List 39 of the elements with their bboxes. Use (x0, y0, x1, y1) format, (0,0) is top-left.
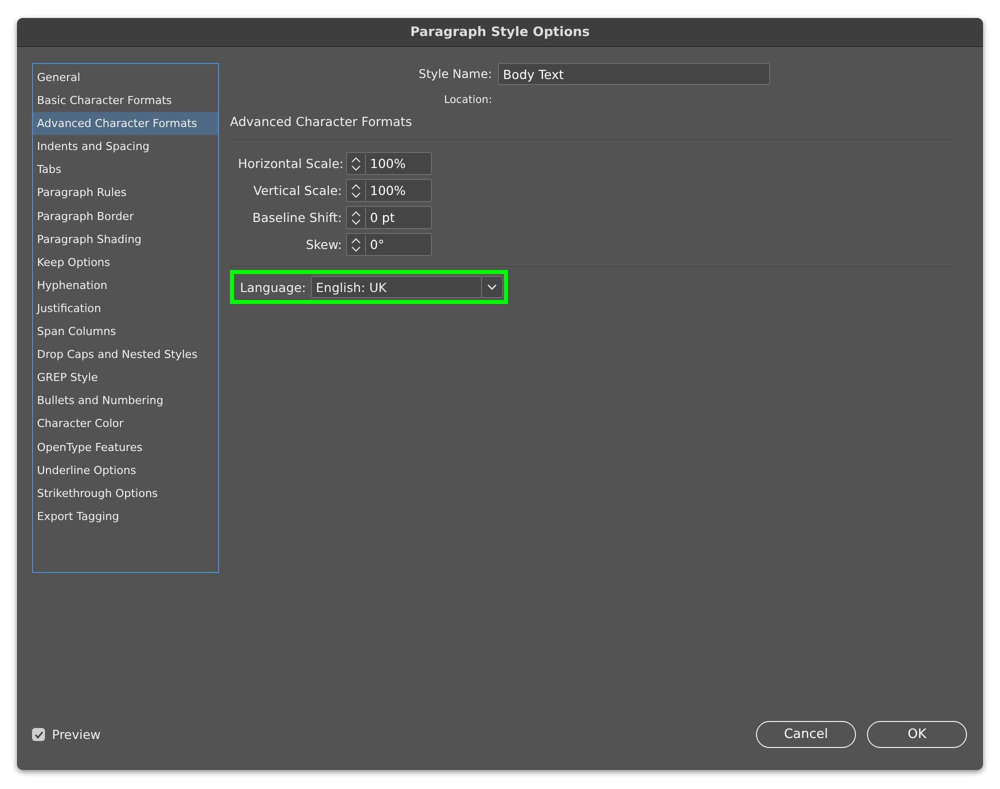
sidebar-item[interactable]: Keep Options (33, 250, 218, 274)
style-name-label: Style Name: (418, 67, 492, 81)
sidebar-item[interactable]: Advanced Character Formats (33, 112, 218, 136)
style-name-field[interactable]: Body Text (498, 63, 770, 85)
sidebar-item[interactable]: Span Columns (33, 320, 218, 344)
sidebar-item[interactable]: Underline Options (33, 458, 218, 482)
sidebar-item[interactable]: Drop Caps and Nested Styles (33, 343, 218, 366)
window-title: Paragraph Style Options (410, 24, 590, 40)
field-label: Horizontal Scale: (238, 156, 342, 171)
spinner-field[interactable]: 0 pt (346, 206, 432, 229)
sidebar-item[interactable]: Tabs (33, 158, 218, 182)
field-label: Vertical Scale: (252, 183, 342, 198)
sidebar-item[interactable]: Strikethrough Options (33, 482, 218, 505)
spinner-field[interactable]: 0° (346, 233, 432, 256)
location-label: Location: (443, 94, 492, 106)
sidebar-item[interactable]: OpenType Features (33, 436, 218, 459)
section-title: Advanced Character Formats (230, 114, 413, 129)
language-dropdown[interactable]: English: UK (310, 276, 503, 298)
sidebar-item[interactable]: Character Color (33, 412, 218, 436)
sidebar-item[interactable]: Justification (33, 296, 218, 320)
sidebar-item[interactable]: Basic Character Formats (33, 89, 218, 112)
dialog-button[interactable]: OK (867, 721, 967, 748)
checkbox[interactable] (32, 728, 45, 741)
sidebar-item[interactable]: Export Tagging (33, 504, 218, 528)
sidebar-item[interactable]: Hyphenation (33, 274, 218, 297)
sidebar-item[interactable]: General (33, 66, 218, 90)
sidebar-item[interactable]: Paragraph Rules (33, 181, 218, 205)
sidebar-item[interactable]: Indents and Spacing (33, 135, 218, 158)
sidebar-item[interactable]: Paragraph Shading (33, 228, 218, 251)
dialog-button[interactable]: Cancel (756, 721, 856, 748)
field-label: Baseline Shift: (251, 210, 342, 225)
sidebar-item[interactable]: Bullets and Numbering (33, 389, 218, 412)
preview-checkbox[interactable]: Preview (32, 727, 101, 742)
field-label: Skew: (304, 237, 342, 252)
spinner-field[interactable]: 100% (346, 179, 432, 202)
sidebar-item[interactable]: GREP Style (33, 366, 218, 390)
sidebar-item[interactable]: Paragraph Border (33, 204, 218, 228)
spinner-field[interactable]: 100% (346, 152, 432, 175)
language-label: Language: (240, 280, 306, 294)
